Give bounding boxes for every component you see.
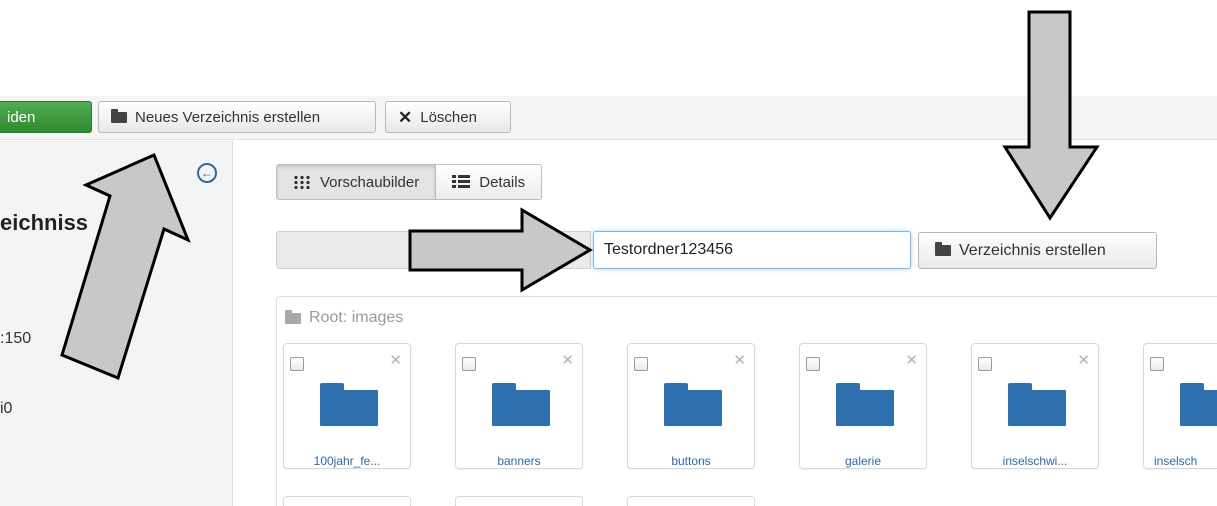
sidebar-item: :150 — [0, 330, 32, 347]
folder-tile[interactable] — [627, 496, 755, 506]
sidebar-item: i0 — [0, 400, 13, 417]
media-manager-screen: iden Neues Verzeichnis erstellen ✕ Lösch… — [0, 0, 1217, 506]
folder-icon — [836, 383, 894, 426]
folder-name[interactable]: galerie — [800, 454, 926, 468]
folder-tile[interactable]: inselsch — [1143, 343, 1217, 469]
folder-icon — [1008, 383, 1066, 426]
folder-tile[interactable]: ✕ banners — [455, 343, 583, 469]
close-icon[interactable]: ✕ — [905, 353, 918, 368]
grid-icon — [293, 175, 311, 189]
close-icon[interactable]: ✕ — [733, 353, 746, 368]
delete-button[interactable]: ✕ Löschen — [385, 101, 511, 133]
details-view-label: Details — [479, 173, 526, 191]
folder-icon — [664, 383, 722, 426]
folder-name[interactable]: inselschwi... — [972, 454, 1098, 468]
new-directory-button[interactable]: Neues Verzeichnis erstellen — [98, 101, 376, 133]
folder-tile[interactable] — [283, 496, 411, 506]
folder-open-icon — [111, 108, 127, 123]
list-icon — [452, 175, 471, 189]
back-circle-icon[interactable]: ← — [197, 163, 217, 183]
upload-button[interactable]: iden — [0, 101, 92, 133]
create-directory-button-label: Verzeichnis erstellen — [959, 241, 1106, 259]
folder-name[interactable]: 100jahr_fe... — [284, 454, 410, 468]
folder-tile[interactable]: ✕ 100jahr_fe... — [283, 343, 411, 469]
folder-name[interactable]: banners — [456, 454, 582, 468]
folder-name[interactable]: buttons — [628, 454, 754, 468]
folder-select-checkbox[interactable] — [290, 357, 304, 371]
root-path-label: Root: images — [309, 309, 404, 326]
delete-button-label: Löschen — [420, 108, 477, 126]
folder-icon — [492, 383, 550, 426]
folder-select-checkbox[interactable] — [1150, 357, 1164, 371]
folder-name[interactable]: inselsch — [1144, 454, 1217, 468]
folder-icon — [320, 383, 378, 426]
thumbnails-view-label: Vorschaubilder — [320, 173, 420, 191]
sidebar — [0, 141, 233, 506]
thumbnails-view-button[interactable]: Vorschaubilder — [276, 164, 437, 200]
root-path: Root: images — [285, 309, 403, 327]
view-toggle: Vorschaubilder Details — [276, 164, 543, 200]
folder-open-icon — [285, 309, 301, 324]
folder-icon — [1180, 383, 1217, 426]
new-directory-button-label: Neues Verzeichnis erstellen — [135, 108, 321, 126]
upload-button-label: iden — [7, 108, 36, 126]
folder-select-checkbox[interactable] — [462, 357, 476, 371]
close-icon[interactable]: ✕ — [1077, 353, 1090, 368]
folder-path-display — [276, 231, 591, 269]
details-view-button[interactable]: Details — [436, 164, 543, 200]
create-directory-button[interactable]: Verzeichnis erstellen — [918, 232, 1157, 269]
folder-select-checkbox[interactable] — [634, 357, 648, 371]
folder-tile[interactable]: ✕ inselschwi... — [971, 343, 1099, 469]
folder-tile[interactable] — [455, 496, 583, 506]
folder-select-checkbox[interactable] — [978, 357, 992, 371]
sidebar-title: eichniss — [0, 210, 89, 235]
folder-tile[interactable]: ✕ buttons — [627, 343, 755, 469]
close-icon[interactable]: ✕ — [561, 353, 574, 368]
close-icon: ✕ — [398, 107, 413, 127]
folder-open-icon — [935, 242, 951, 256]
folder-name-input[interactable] — [593, 231, 911, 269]
close-icon[interactable]: ✕ — [389, 353, 402, 368]
folder-select-checkbox[interactable] — [806, 357, 820, 371]
folder-tile[interactable]: ✕ galerie — [799, 343, 927, 469]
